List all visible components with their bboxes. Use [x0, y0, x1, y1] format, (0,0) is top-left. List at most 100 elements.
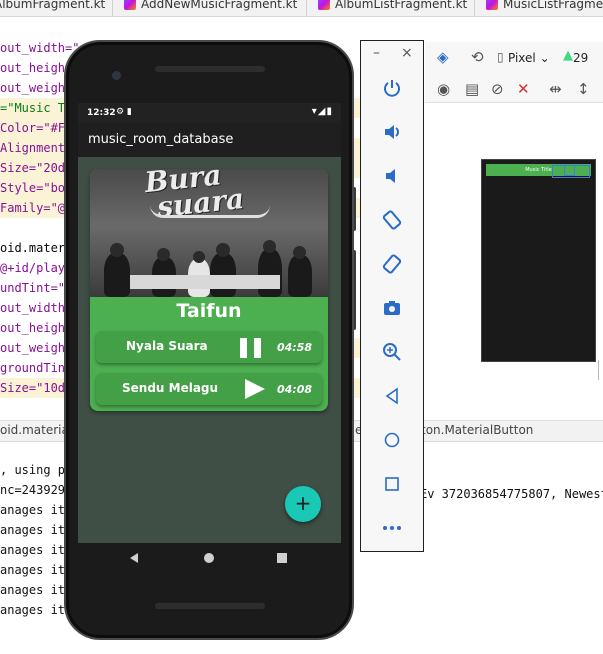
code-text: oid.materi: [0, 241, 73, 255]
layout-preview[interactable]: Music Title: [481, 159, 596, 362]
volume-up-button[interactable]: [375, 117, 409, 147]
power-icon: [384, 80, 400, 97]
log-line: anages its: [0, 563, 73, 577]
code-text: undTint="#: [0, 281, 73, 295]
pack-horizontal-icon[interactable]: ⇹: [549, 80, 562, 98]
tab-separator: [306, 0, 307, 16]
device-screen[interactable]: 12:32 ⚙ ▮ ▾◢▮ music_room_database Bura s…: [78, 103, 341, 543]
home-icon: [384, 432, 400, 448]
logcat-line-fragment: Ev 372036854775807, NewestInp: [420, 487, 603, 501]
tab-separator: [112, 0, 113, 16]
add-album-button[interactable]: +: [285, 486, 321, 522]
earpiece: [155, 66, 265, 72]
code-text: out_width=": [0, 41, 80, 55]
code-text: @+id/playb: [0, 261, 73, 275]
log-line: , using p: [0, 463, 66, 477]
volume-up-icon: [385, 125, 399, 139]
code-text: out_weight: [0, 341, 73, 355]
tab-album-fragment[interactable]: AlbumFragment.kt: [0, 0, 105, 15]
app-title: music_room_database: [88, 132, 234, 147]
minimize-button[interactable]: –: [373, 45, 380, 61]
code-text: ="Music Ti: [0, 101, 73, 115]
api-level[interactable]: 29: [573, 51, 588, 65]
clear-constraints-icon[interactable]: ✕: [517, 80, 530, 98]
constraints-icon[interactable]: ⊘: [491, 80, 504, 98]
zoom-icon: [383, 343, 401, 361]
device-selector[interactable]: Pixel ⌄: [508, 51, 550, 65]
plus-icon: +: [294, 491, 312, 515]
status-time: 12:32: [87, 108, 116, 118]
code-text: Color="#FF: [0, 121, 73, 135]
log-line: anages its: [0, 523, 73, 537]
tab-separator: [474, 0, 475, 16]
orientation-icon[interactable]: ⟲: [471, 48, 484, 66]
status-bar: 12:32 ⚙ ▮ ▾◢▮: [78, 103, 341, 123]
album-name: Taifun: [176, 300, 242, 322]
camera-icon: [384, 301, 400, 315]
back-button[interactable]: [375, 381, 409, 411]
overview-button[interactable]: [375, 469, 409, 499]
code-text: Size="20dp: [0, 161, 73, 175]
rotate-left-button[interactable]: [375, 205, 409, 235]
code-line[interactable]: out_width=": [0, 38, 80, 58]
screenshot-button[interactable]: [375, 293, 409, 323]
grid-icon[interactable]: ▤: [465, 80, 479, 98]
song-item[interactable]: Sendu Melagu 04:08: [96, 373, 322, 405]
design-toolbar: ◈ ⟲ ▯ Pixel ⌄ ▲ 29 ◉ ▤ ⊘ ✕ ⇹ ↕: [425, 42, 603, 103]
rotate-right-icon: [382, 254, 402, 274]
bottom-speaker: [155, 603, 265, 609]
home-button[interactable]: [375, 425, 409, 455]
settings-notification-icon: ⚙ ▮: [116, 107, 132, 117]
layers-icon[interactable]: ◈: [437, 48, 449, 66]
code-text: Alignment=: [0, 141, 73, 155]
song-duration: 04:58: [276, 341, 312, 354]
song-duration: 04:08: [276, 383, 312, 396]
code-text: Family="@f: [0, 201, 73, 215]
eye-icon[interactable]: ◉: [437, 80, 450, 98]
zoom-button[interactable]: [375, 337, 409, 367]
play-icon[interactable]: [245, 379, 265, 399]
song-title: Sendu Melagu: [122, 381, 219, 395]
code-text: out_height: [0, 321, 73, 335]
log-line: anages its: [0, 503, 73, 517]
kotlin-file-icon: [124, 0, 136, 10]
code-text: Size="10dp: [0, 381, 73, 395]
pack-vertical-icon[interactable]: ↕: [577, 80, 590, 98]
design-scrollbar[interactable]: [598, 360, 603, 380]
close-button[interactable]: ×: [401, 45, 413, 61]
nav-recents-icon[interactable]: [277, 553, 287, 563]
tab-album-list-fragment[interactable]: AlbumListFragment.kt: [318, 0, 467, 15]
editor-tab-bar: AlbumFragment.kt AddNewMusicFragment.kt …: [0, 0, 603, 17]
song-item[interactable]: Nyala Suara 04:58: [96, 331, 322, 363]
volume-down-icon: [386, 169, 395, 183]
wifi-battery-icon: ▾◢▮: [311, 106, 333, 117]
album-cover-image: Bura suara: [90, 169, 328, 297]
code-text: groundTint: [0, 361, 73, 375]
overview-icon: [385, 477, 399, 491]
cover-swash: [150, 205, 270, 218]
app-bar: music_room_database: [78, 123, 341, 157]
front-camera: [112, 71, 121, 80]
band-photo: [90, 227, 328, 297]
tab-add-new-music-fragment[interactable]: AddNewMusicFragment.kt: [124, 0, 297, 15]
kotlin-file-icon: [486, 0, 498, 10]
tab-music-list-fragment[interactable]: MusicListFragment: [486, 0, 603, 15]
nav-back-icon[interactable]: [130, 553, 138, 563]
rotate-right-button[interactable]: [375, 249, 409, 279]
power-button[interactable]: [375, 73, 409, 103]
emulator-toolbar: – ×: [360, 40, 424, 552]
album-card[interactable]: Bura suara Taifun Nyala Suara 04:58 Send…: [90, 169, 328, 411]
kotlin-file-icon: [318, 0, 330, 10]
log-line: anages its: [0, 543, 73, 557]
nav-home-icon[interactable]: [204, 553, 214, 563]
rotate-left-icon: [382, 210, 402, 230]
device-icon: ▯: [497, 50, 504, 64]
more-button[interactable]: [375, 513, 409, 543]
pause-icon[interactable]: [240, 338, 262, 358]
back-icon: [385, 387, 398, 405]
volume-down-button[interactable]: [375, 161, 409, 191]
selection-handle[interactable]: [564, 165, 575, 176]
log-line: anages its: [0, 603, 73, 617]
code-text: Style="bol: [0, 181, 73, 195]
code-text: out_width=: [0, 301, 73, 315]
